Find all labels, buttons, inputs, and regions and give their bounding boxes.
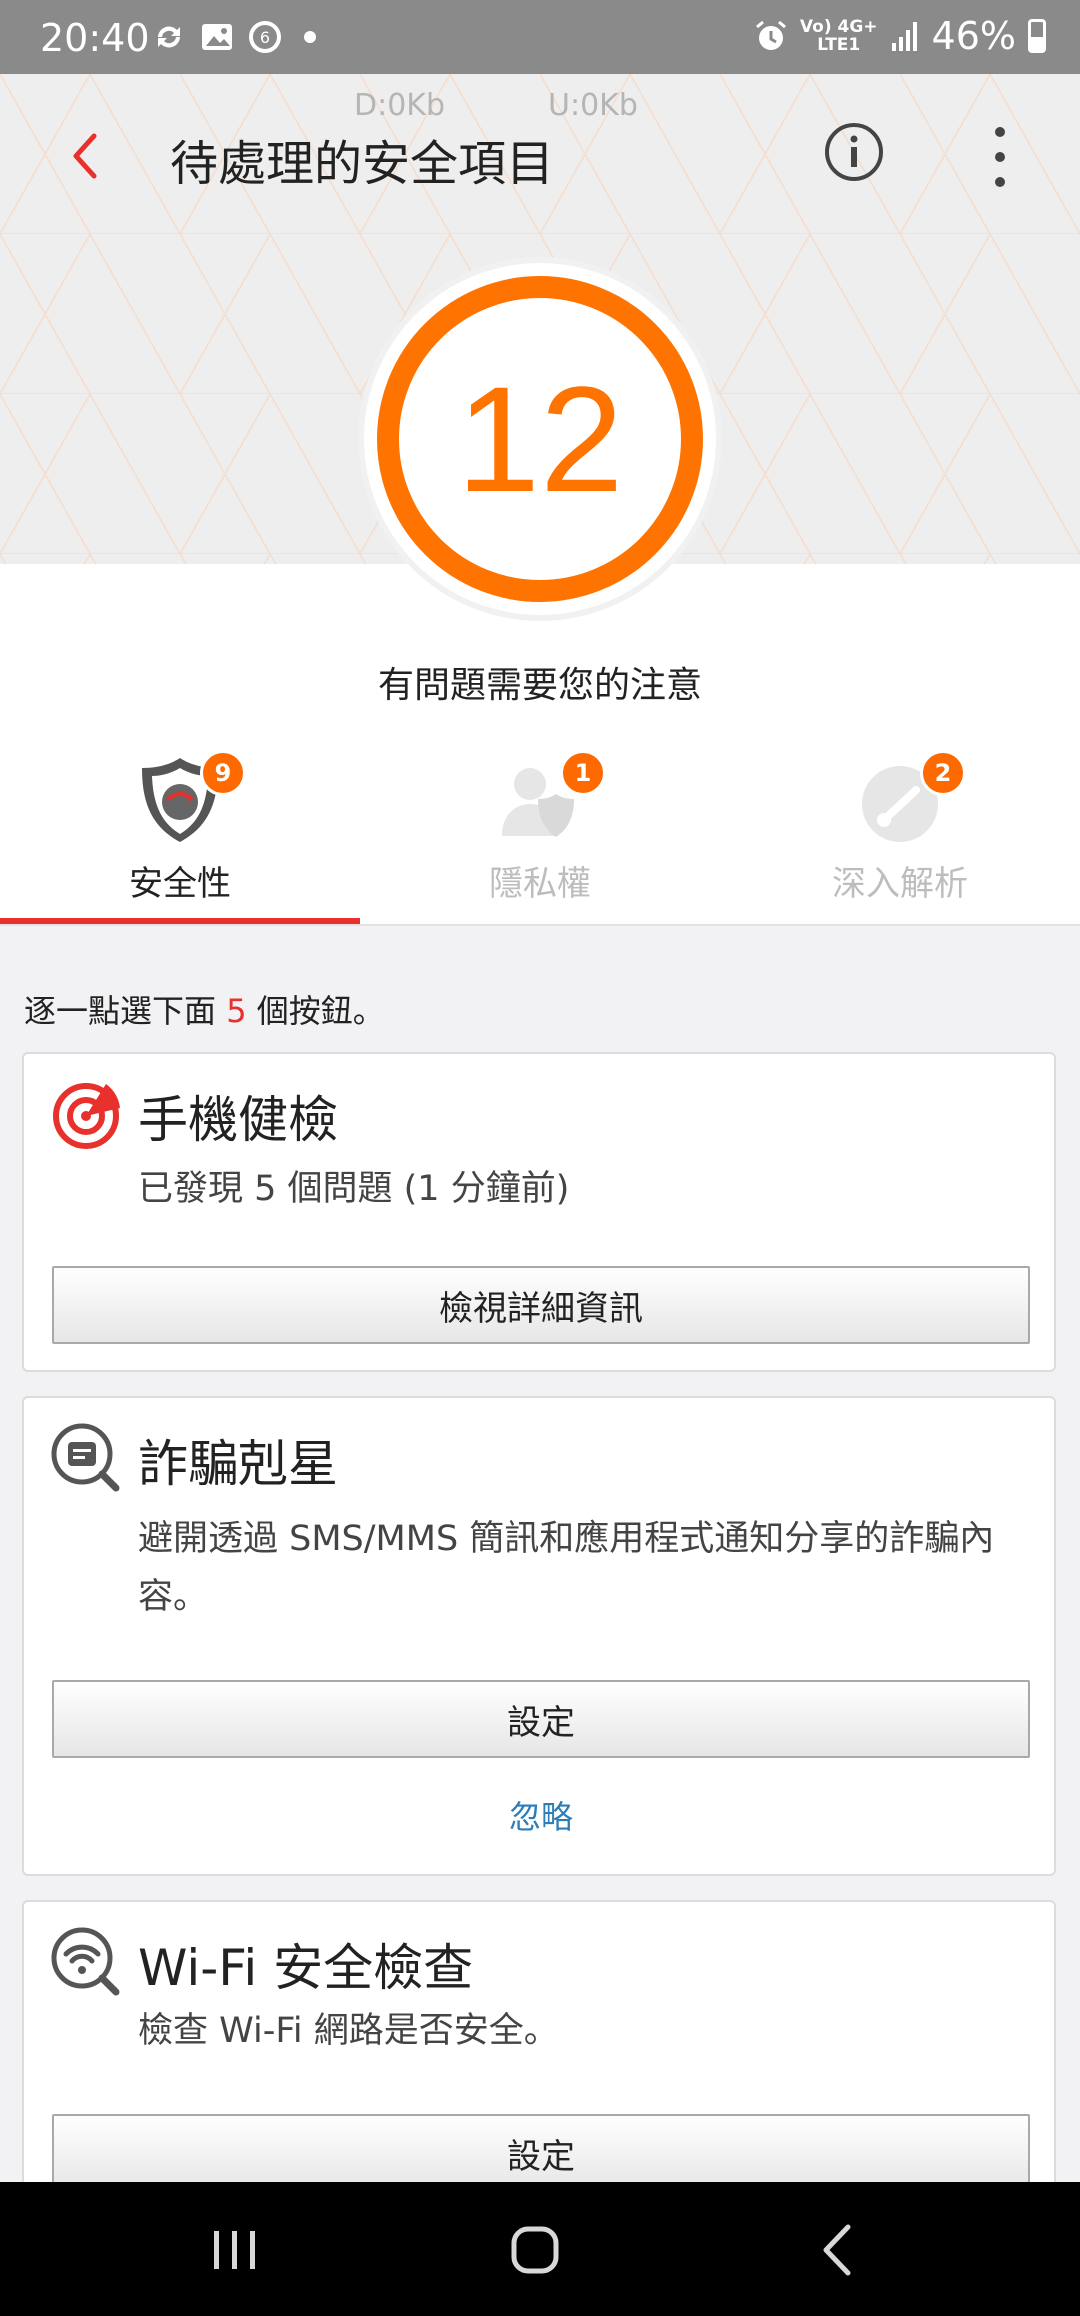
info-icon[interactable]	[822, 120, 886, 184]
status-bar: 20:40 6 Vo) 4G+ LTE1 46%	[0, 0, 1080, 74]
tab-label: 隱私權	[489, 864, 591, 904]
category-tabs: 9 安全性 1 隱私權 2 深入解析	[0, 740, 1080, 926]
card-phone-checkup: 手機健檢 已發現 5 個問題 (1 分鐘前) 檢視詳細資訊	[22, 1052, 1056, 1372]
wifi-search-icon	[51, 1927, 120, 1996]
tab-badge: 2	[920, 750, 966, 796]
instruction-text: 逐一點選下面 5 個按鈕。	[24, 986, 385, 1032]
back-icon[interactable]	[62, 126, 112, 186]
sync-icon	[158, 26, 180, 48]
battery-icon	[1028, 19, 1046, 53]
notification-icons: 6	[150, 18, 316, 56]
page-title: 待處理的安全項目	[170, 136, 555, 192]
issue-count: 12	[456, 354, 624, 523]
more-notifications-dot	[304, 31, 316, 43]
network-type: Vo) 4G+ LTE1	[800, 18, 878, 54]
view-details-button[interactable]: 檢視詳細資訊	[52, 1266, 1030, 1344]
instruction-prefix: 逐一點選下面	[24, 992, 217, 1030]
card-description: 避開透過 SMS/MMS 簡訊和應用程式通知分享的詐騙內容。	[138, 1519, 995, 1617]
download-speed: D:0Kb	[354, 88, 446, 123]
card-title: 詐騙剋星	[138, 1435, 338, 1493]
tab-badge: 1	[560, 750, 606, 796]
card-description: 檢查 Wi-Fi 網路是否安全。	[138, 2011, 559, 2051]
status-time: 20:40	[40, 16, 150, 60]
radar-scan-icon	[53, 1083, 120, 1149]
instruction-count: 5	[226, 992, 247, 1030]
card-description: 已發現 5 個問題 (1 分鐘前)	[138, 1169, 570, 1209]
home-icon[interactable]	[500, 2217, 570, 2283]
card-title: 手機健檢	[138, 1091, 338, 1149]
tab-privacy[interactable]: 1 隱私權	[360, 740, 720, 926]
tab-label: 深入解析	[832, 864, 968, 904]
tab-security[interactable]: 9 安全性	[0, 740, 360, 926]
system-navigation-bar	[0, 2182, 1080, 2316]
alarm-icon	[755, 20, 786, 50]
app-notification-icon: 6	[249, 21, 281, 53]
status-right: Vo) 4G+ LTE1 46%	[754, 14, 1046, 58]
network-line-1: Vo) 4G+	[799, 17, 878, 37]
wifi-settings-button[interactable]: 設定	[52, 2114, 1030, 2192]
card-title: Wi-Fi 安全檢查	[138, 1939, 474, 1997]
image-icon	[202, 24, 232, 50]
message-search-icon	[51, 1423, 120, 1492]
back-nav-icon[interactable]	[804, 2217, 874, 2283]
signal-icon	[891, 22, 917, 51]
upload-speed: U:0Kb	[548, 88, 638, 123]
svg-text:6: 6	[260, 28, 270, 47]
tab-insights[interactable]: 2 深入解析	[720, 740, 1080, 926]
attention-message: 有問題需要您的注意	[377, 665, 702, 706]
battery-percent: 46%	[931, 14, 1016, 58]
tabs-divider	[0, 924, 1080, 926]
recent-apps-icon[interactable]	[200, 2217, 270, 2283]
tab-badge: 9	[200, 750, 246, 796]
issue-count-ring: 12	[355, 254, 725, 624]
network-line-2: LTE1	[817, 35, 861, 55]
instruction-suffix: 個按鈕。	[256, 992, 385, 1030]
more-options-icon[interactable]	[980, 122, 1020, 192]
fraud-settings-button[interactable]: 設定	[52, 1680, 1030, 1758]
card-fraud-buster: 詐騙剋星 避開透過 SMS/MMS 簡訊和應用程式通知分享的詐騙內容。 設定 忽…	[22, 1396, 1056, 1876]
ignore-link[interactable]: 忽略	[24, 1792, 1058, 1838]
tab-label: 安全性	[129, 864, 231, 904]
